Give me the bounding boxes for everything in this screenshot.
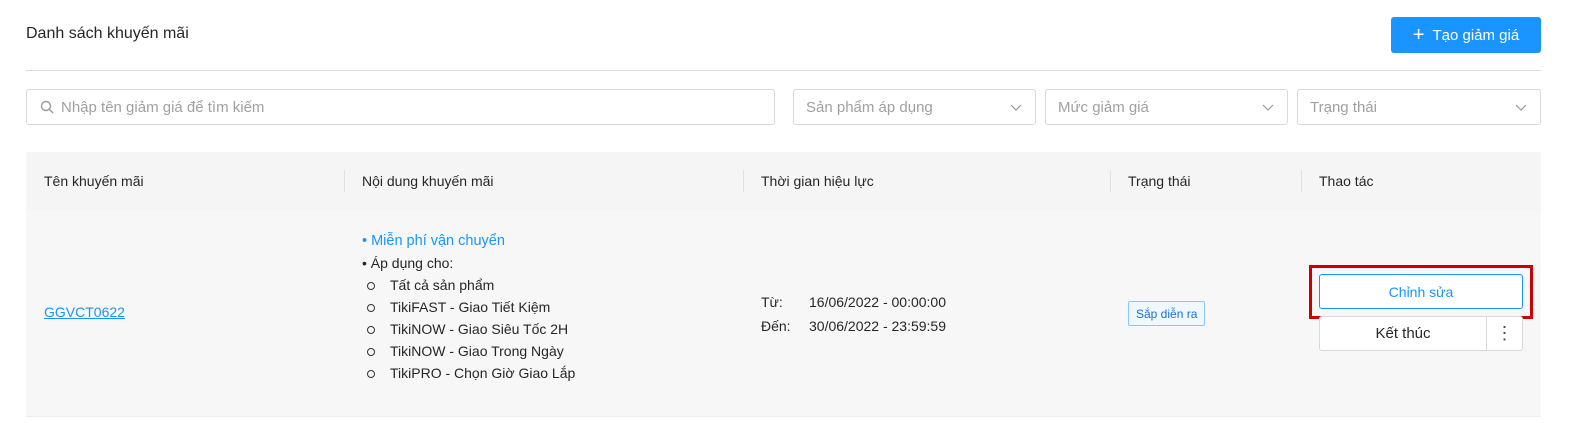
status-filter-select[interactable]: Trạng thái [1297, 89, 1541, 125]
list-item: TikiNOW - Giao Trong Ngày [362, 340, 575, 362]
search-input[interactable] [61, 98, 741, 116]
edit-button[interactable]: Chỉnh sửa [1319, 274, 1523, 309]
header-divider [26, 70, 1541, 71]
end-button-group: Kết thúc ⋮ [1319, 316, 1523, 351]
list-item: TikiFAST - Giao Tiết Kiệm [362, 296, 575, 318]
more-options-icon[interactable]: ⋮ [1487, 316, 1523, 351]
page-title: Danh sách khuyến mãi [26, 25, 189, 42]
status-filter-placeholder: Trạng thái [1310, 98, 1377, 116]
column-header-actions: Thao tác [1301, 152, 1373, 210]
time-from-value: 16/06/2022 - 00:00:00 [809, 294, 947, 310]
column-header-name: Tên khuyến mãi [44, 173, 144, 189]
chevron-down-icon [1515, 104, 1527, 111]
time-to-value: 30/06/2022 - 23:59:59 [809, 318, 947, 334]
table-row: GGVCT0622 • Miễn phí vận chuyển • Áp dụn… [26, 210, 1541, 417]
column-header-status-label: Trạng thái [1128, 173, 1191, 189]
search-icon [39, 99, 55, 115]
create-discount-button[interactable]: + Tạo giảm giá [1391, 17, 1541, 53]
discount-filter-select[interactable]: Mức giảm giá [1045, 89, 1288, 125]
column-header-time-label: Thời gian hiệu lực [761, 173, 874, 189]
promotion-code-link[interactable]: GGVCT0622 [44, 304, 125, 320]
time-from-label: Từ: [761, 294, 783, 310]
product-filter-placeholder: Sản phẩm áp dụng [806, 98, 933, 116]
column-header-content: Nội dung khuyến mãi [344, 152, 494, 210]
create-discount-label: Tạo giảm giá [1432, 26, 1520, 44]
list-item: TikiNOW - Giao Siêu Tốc 2H [362, 318, 575, 340]
page-header: Danh sách khuyến mãi + Tạo giảm giá [26, 17, 1541, 53]
product-filter-select[interactable]: Sản phẩm áp dụng [793, 89, 1036, 125]
time-from: Từ: 16/06/2022 - 00:00:00 [761, 290, 946, 314]
promotion-table: Tên khuyến mãi Nội dung khuyến mãi Thời … [26, 152, 1541, 417]
filter-bar: Sản phẩm áp dụng Mức giảm giá Trạng thái [26, 89, 1541, 125]
list-item: TikiPRO - Chọn Giờ Giao Lắp [362, 362, 575, 384]
list-item: Tất cả sản phẩm [362, 274, 575, 296]
chevron-down-icon [1262, 104, 1274, 111]
search-box[interactable] [26, 89, 775, 125]
table-header: Tên khuyến mãi Nội dung khuyến mãi Thời … [26, 152, 1541, 210]
chevron-down-icon [1010, 104, 1022, 111]
end-button[interactable]: Kết thúc [1319, 316, 1487, 351]
content-headline: • Miễn phí vận chuyển [362, 233, 505, 249]
column-header-time: Thời gian hiệu lực [743, 152, 874, 210]
column-header-actions-label: Thao tác [1319, 173, 1374, 189]
column-header-content-label: Nội dung khuyến mãi [362, 173, 494, 189]
plus-icon: + [1412, 24, 1425, 46]
discount-filter-placeholder: Mức giảm giá [1058, 98, 1149, 116]
time-to: Đến: 30/06/2022 - 23:59:59 [761, 314, 946, 338]
status-badge: Sắp diễn ra [1128, 301, 1206, 326]
apply-list: Tất cả sản phẩm TikiFAST - Giao Tiết Kiệ… [362, 274, 575, 384]
column-header-status: Trạng thái [1110, 152, 1191, 210]
content-apply-label: • Áp dụng cho: [362, 255, 454, 271]
time-to-label: Đến: [761, 318, 791, 334]
validity-time: Từ: 16/06/2022 - 00:00:00 Đến: 30/06/2022 … [761, 290, 946, 338]
promotion-content: • Miễn phí vận chuyển • Áp dụng cho: Tất… [362, 230, 575, 384]
